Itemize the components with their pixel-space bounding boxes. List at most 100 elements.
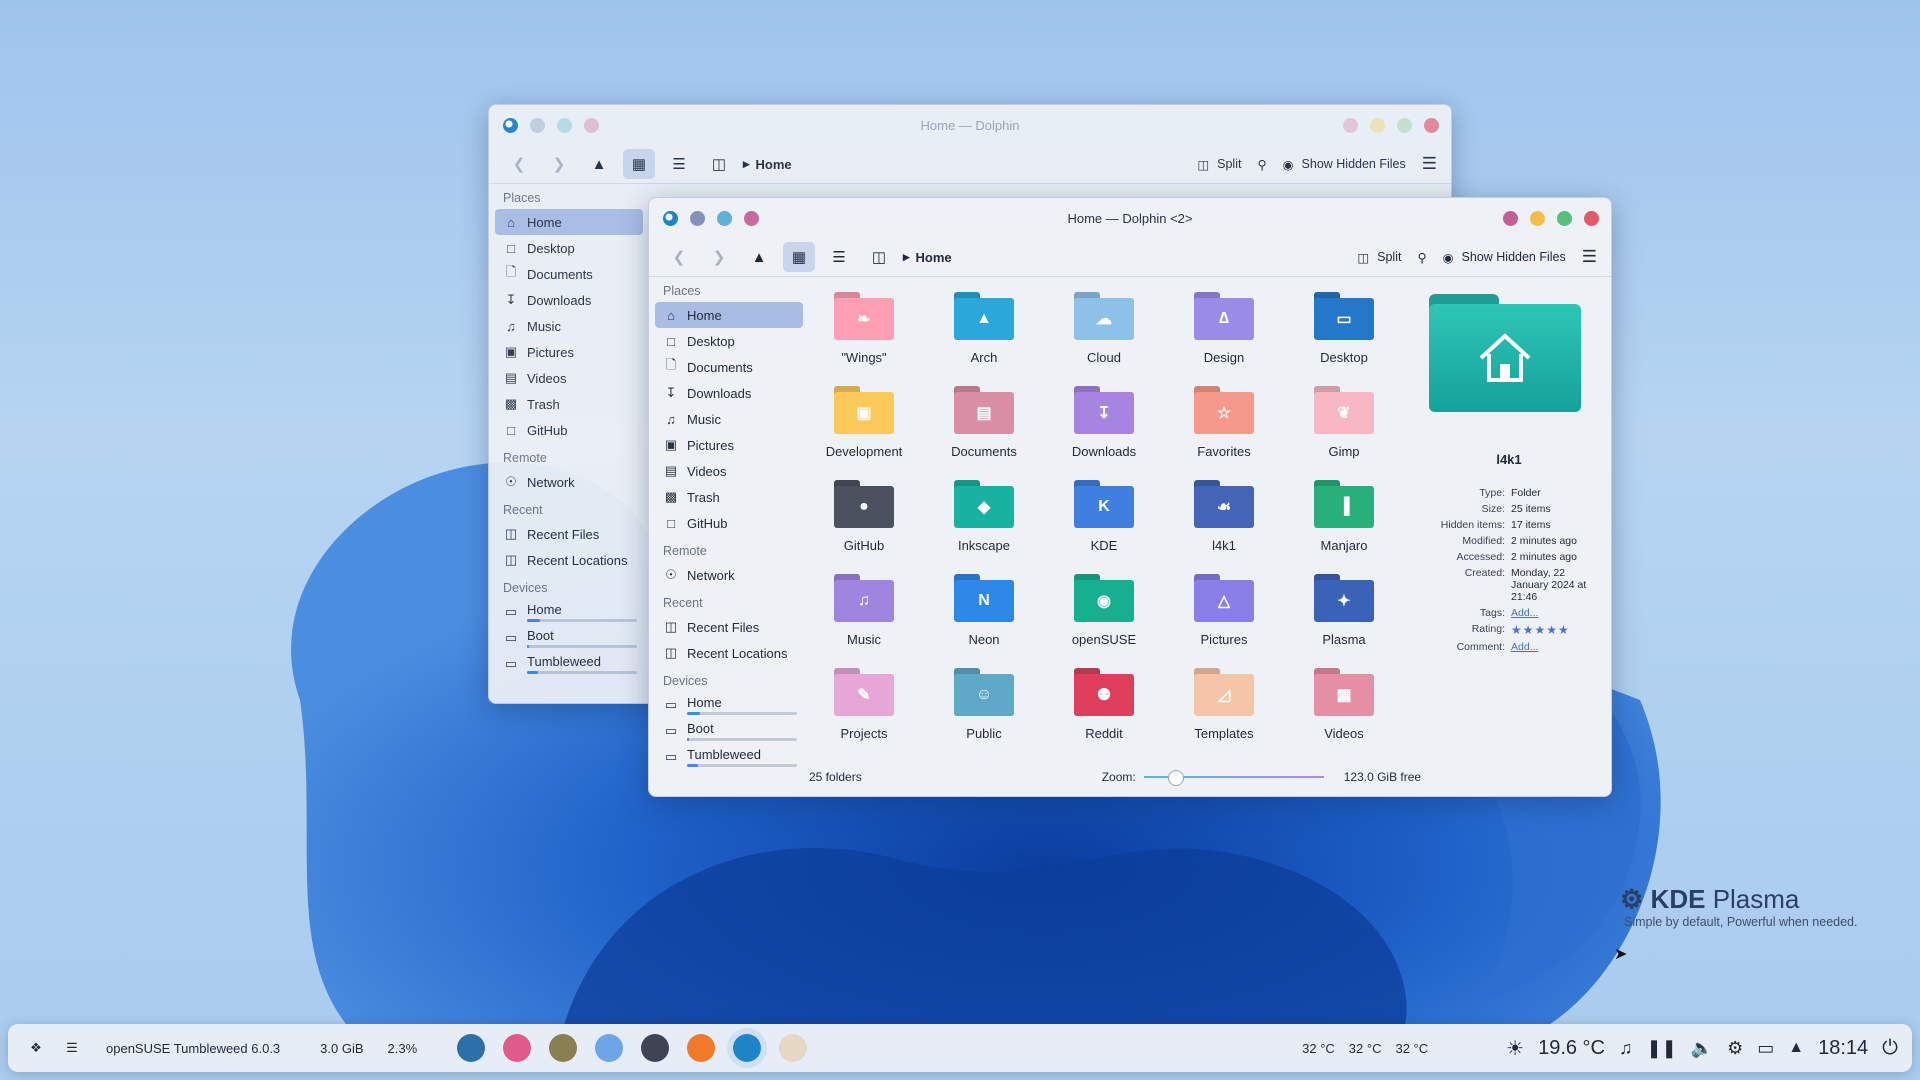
place-trash[interactable]: ▩ Trash [495, 391, 643, 417]
place-network[interactable]: ☉ Network [655, 562, 803, 588]
place-music[interactable]: ♫ Music [655, 406, 803, 432]
search-icon[interactable]: ⚲ [1417, 250, 1426, 265]
icons-view-icon[interactable]: ▦ [623, 149, 655, 179]
zoom-slider-handle[interactable] [1167, 770, 1184, 786]
titlebar[interactable]: Home — Dolphin [489, 105, 1451, 145]
place-downloads[interactable]: ↧ Downloads [495, 287, 643, 313]
place-desktop[interactable]: □ Desktop [495, 235, 643, 261]
add-comment-link[interactable]: Add... [1511, 641, 1589, 653]
split-button[interactable]: ◫ Split [1197, 157, 1241, 172]
place-pictures[interactable]: ▣ Pictures [495, 339, 643, 365]
dolphin-task-icon[interactable] [733, 1034, 762, 1062]
on-all-desktops-button[interactable] [717, 210, 732, 226]
details-view-icon[interactable]: ☰ [823, 242, 855, 272]
krita-icon[interactable] [779, 1034, 808, 1062]
folder-item[interactable]: ❧ "Wings" [804, 288, 924, 382]
show-hidden-files-button[interactable]: ◉ Show Hidden Files [1283, 157, 1406, 172]
up-arrow-icon[interactable]: ▲ [583, 149, 615, 179]
place-pictures[interactable]: ▣ Pictures [655, 432, 803, 458]
zoom-slider[interactable] [1143, 770, 1324, 786]
sun-icon[interactable]: ☀ [1506, 1036, 1524, 1061]
folder-item[interactable]: ▐ Manjaro [1284, 476, 1404, 570]
maximize-button[interactable] [1557, 210, 1572, 226]
folder-item[interactable]: ✦ Plasma [1284, 570, 1404, 664]
settings-icon[interactable]: ⚙ [1727, 1038, 1743, 1059]
hamburger-menu-icon[interactable]: ☰ [1422, 154, 1437, 174]
device-home[interactable]: ▭ Home [655, 692, 803, 718]
device-tumbleweed[interactable]: ▭ Tumbleweed [495, 651, 643, 677]
device-boot[interactable]: ▭ Boot [495, 625, 643, 651]
place-documents[interactable]: 🗋 Documents [495, 261, 643, 287]
weather-temp[interactable]: 19.6 °C [1538, 1037, 1605, 1060]
forward-arrow-icon[interactable]: ❯ [703, 242, 735, 272]
store-icon[interactable] [595, 1034, 624, 1062]
minimize-button[interactable] [1530, 210, 1545, 226]
folder-item[interactable]: ❦ Gimp [1284, 382, 1404, 476]
icons-view-icon[interactable]: ▦ [783, 242, 815, 272]
terminal-icon[interactable] [641, 1034, 670, 1062]
split-button[interactable]: ◫ Split [1357, 250, 1401, 265]
volume-icon[interactable]: 🔈 [1691, 1038, 1713, 1059]
keep-above-button[interactable] [530, 117, 545, 133]
place-home[interactable]: ⌂ Home [495, 209, 643, 235]
folder-item[interactable]: ↧ Downloads [1044, 382, 1164, 476]
on-all-desktops-button[interactable] [557, 117, 572, 133]
folder-item[interactable]: ☙ l4k1 [1164, 476, 1284, 570]
power-icon[interactable]: ⏻ [1882, 1037, 1898, 1060]
dolphin-app-icon[interactable] [503, 117, 518, 133]
place-github[interactable]: □ GitHub [495, 417, 643, 443]
folder-item[interactable]: ⚉ Reddit [1044, 664, 1164, 758]
add-tags-link[interactable]: Add... [1511, 607, 1589, 619]
minimize-button[interactable] [1370, 117, 1385, 133]
folder-item[interactable]: N Neon [924, 570, 1044, 664]
app-launcher-icon[interactable]: ❖ [18, 1030, 54, 1066]
close-button[interactable] [1424, 117, 1439, 133]
folder-item[interactable]: ▲ Arch [924, 288, 1044, 382]
place-recent-files[interactable]: ◫ Recent Files [495, 521, 643, 547]
details-view-icon[interactable]: ☰ [663, 149, 695, 179]
device-home[interactable]: ▭ Home [495, 599, 643, 625]
help-button[interactable] [1503, 210, 1518, 226]
place-desktop[interactable]: □ Desktop [655, 328, 803, 354]
compact-view-icon[interactable]: ◫ [863, 242, 895, 272]
breadcrumb[interactable]: ▸ Home [743, 156, 792, 172]
hamburger-menu-icon[interactable]: ☰ [1582, 247, 1597, 267]
place-network[interactable]: ☉ Network [495, 469, 643, 495]
device-boot[interactable]: ▭ Boot [655, 718, 803, 744]
overview-icon[interactable]: ☰ [54, 1030, 90, 1066]
dolphin-window-front[interactable]: Home — Dolphin <2> ❮ ❯ ▲ ▦ ☰ ◫ ▸ Home ◫ Sp… [648, 197, 1612, 797]
firefox-icon[interactable] [687, 1034, 716, 1062]
dolphin-app-icon[interactable] [663, 210, 678, 226]
folder-item[interactable]: △ Pictures [1164, 570, 1284, 664]
gimp-icon[interactable] [549, 1034, 578, 1062]
folder-item[interactable]: ● GitHub [804, 476, 924, 570]
maximize-button[interactable] [1397, 117, 1412, 133]
folder-item[interactable]: ♫ Music [804, 570, 924, 664]
place-videos[interactable]: ▤ Videos [495, 365, 643, 391]
shade-button[interactable] [584, 117, 599, 133]
back-arrow-icon[interactable]: ❮ [663, 242, 695, 272]
place-downloads[interactable]: ↧ Downloads [655, 380, 803, 406]
place-github[interactable]: □ GitHub [655, 510, 803, 536]
close-button[interactable] [1584, 210, 1599, 226]
place-trash[interactable]: ▩ Trash [655, 484, 803, 510]
folder-item[interactable]: ▤ Documents [924, 382, 1044, 476]
chevron-up-icon[interactable]: ▲ [1788, 1039, 1804, 1057]
folder-item[interactable]: ◿ Templates [1164, 664, 1284, 758]
folder-item[interactable]: ☺ Public [924, 664, 1044, 758]
system-monitor-icon[interactable] [457, 1034, 486, 1062]
device-tumbleweed[interactable]: ▭ Tumbleweed [655, 744, 803, 770]
place-videos[interactable]: ▤ Videos [655, 458, 803, 484]
display-icon[interactable]: ▭ [1757, 1038, 1774, 1059]
up-arrow-icon[interactable]: ▲ [743, 242, 775, 272]
place-recent-locations[interactable]: ◫ Recent Locations [655, 640, 803, 666]
rating-stars[interactable]: ★★★★★ [1511, 623, 1589, 637]
folder-item[interactable]: ▭ Desktop [1284, 288, 1404, 382]
app-icon-pink[interactable] [503, 1034, 532, 1062]
pause-icon[interactable]: ❚❚ [1647, 1038, 1677, 1059]
help-button[interactable] [1343, 117, 1358, 133]
breadcrumb-home[interactable]: Home [756, 157, 792, 172]
folder-item[interactable]: ▣ Development [804, 382, 924, 476]
folder-item[interactable]: ▦ Videos [1284, 664, 1404, 758]
search-icon[interactable]: ⚲ [1257, 157, 1266, 172]
